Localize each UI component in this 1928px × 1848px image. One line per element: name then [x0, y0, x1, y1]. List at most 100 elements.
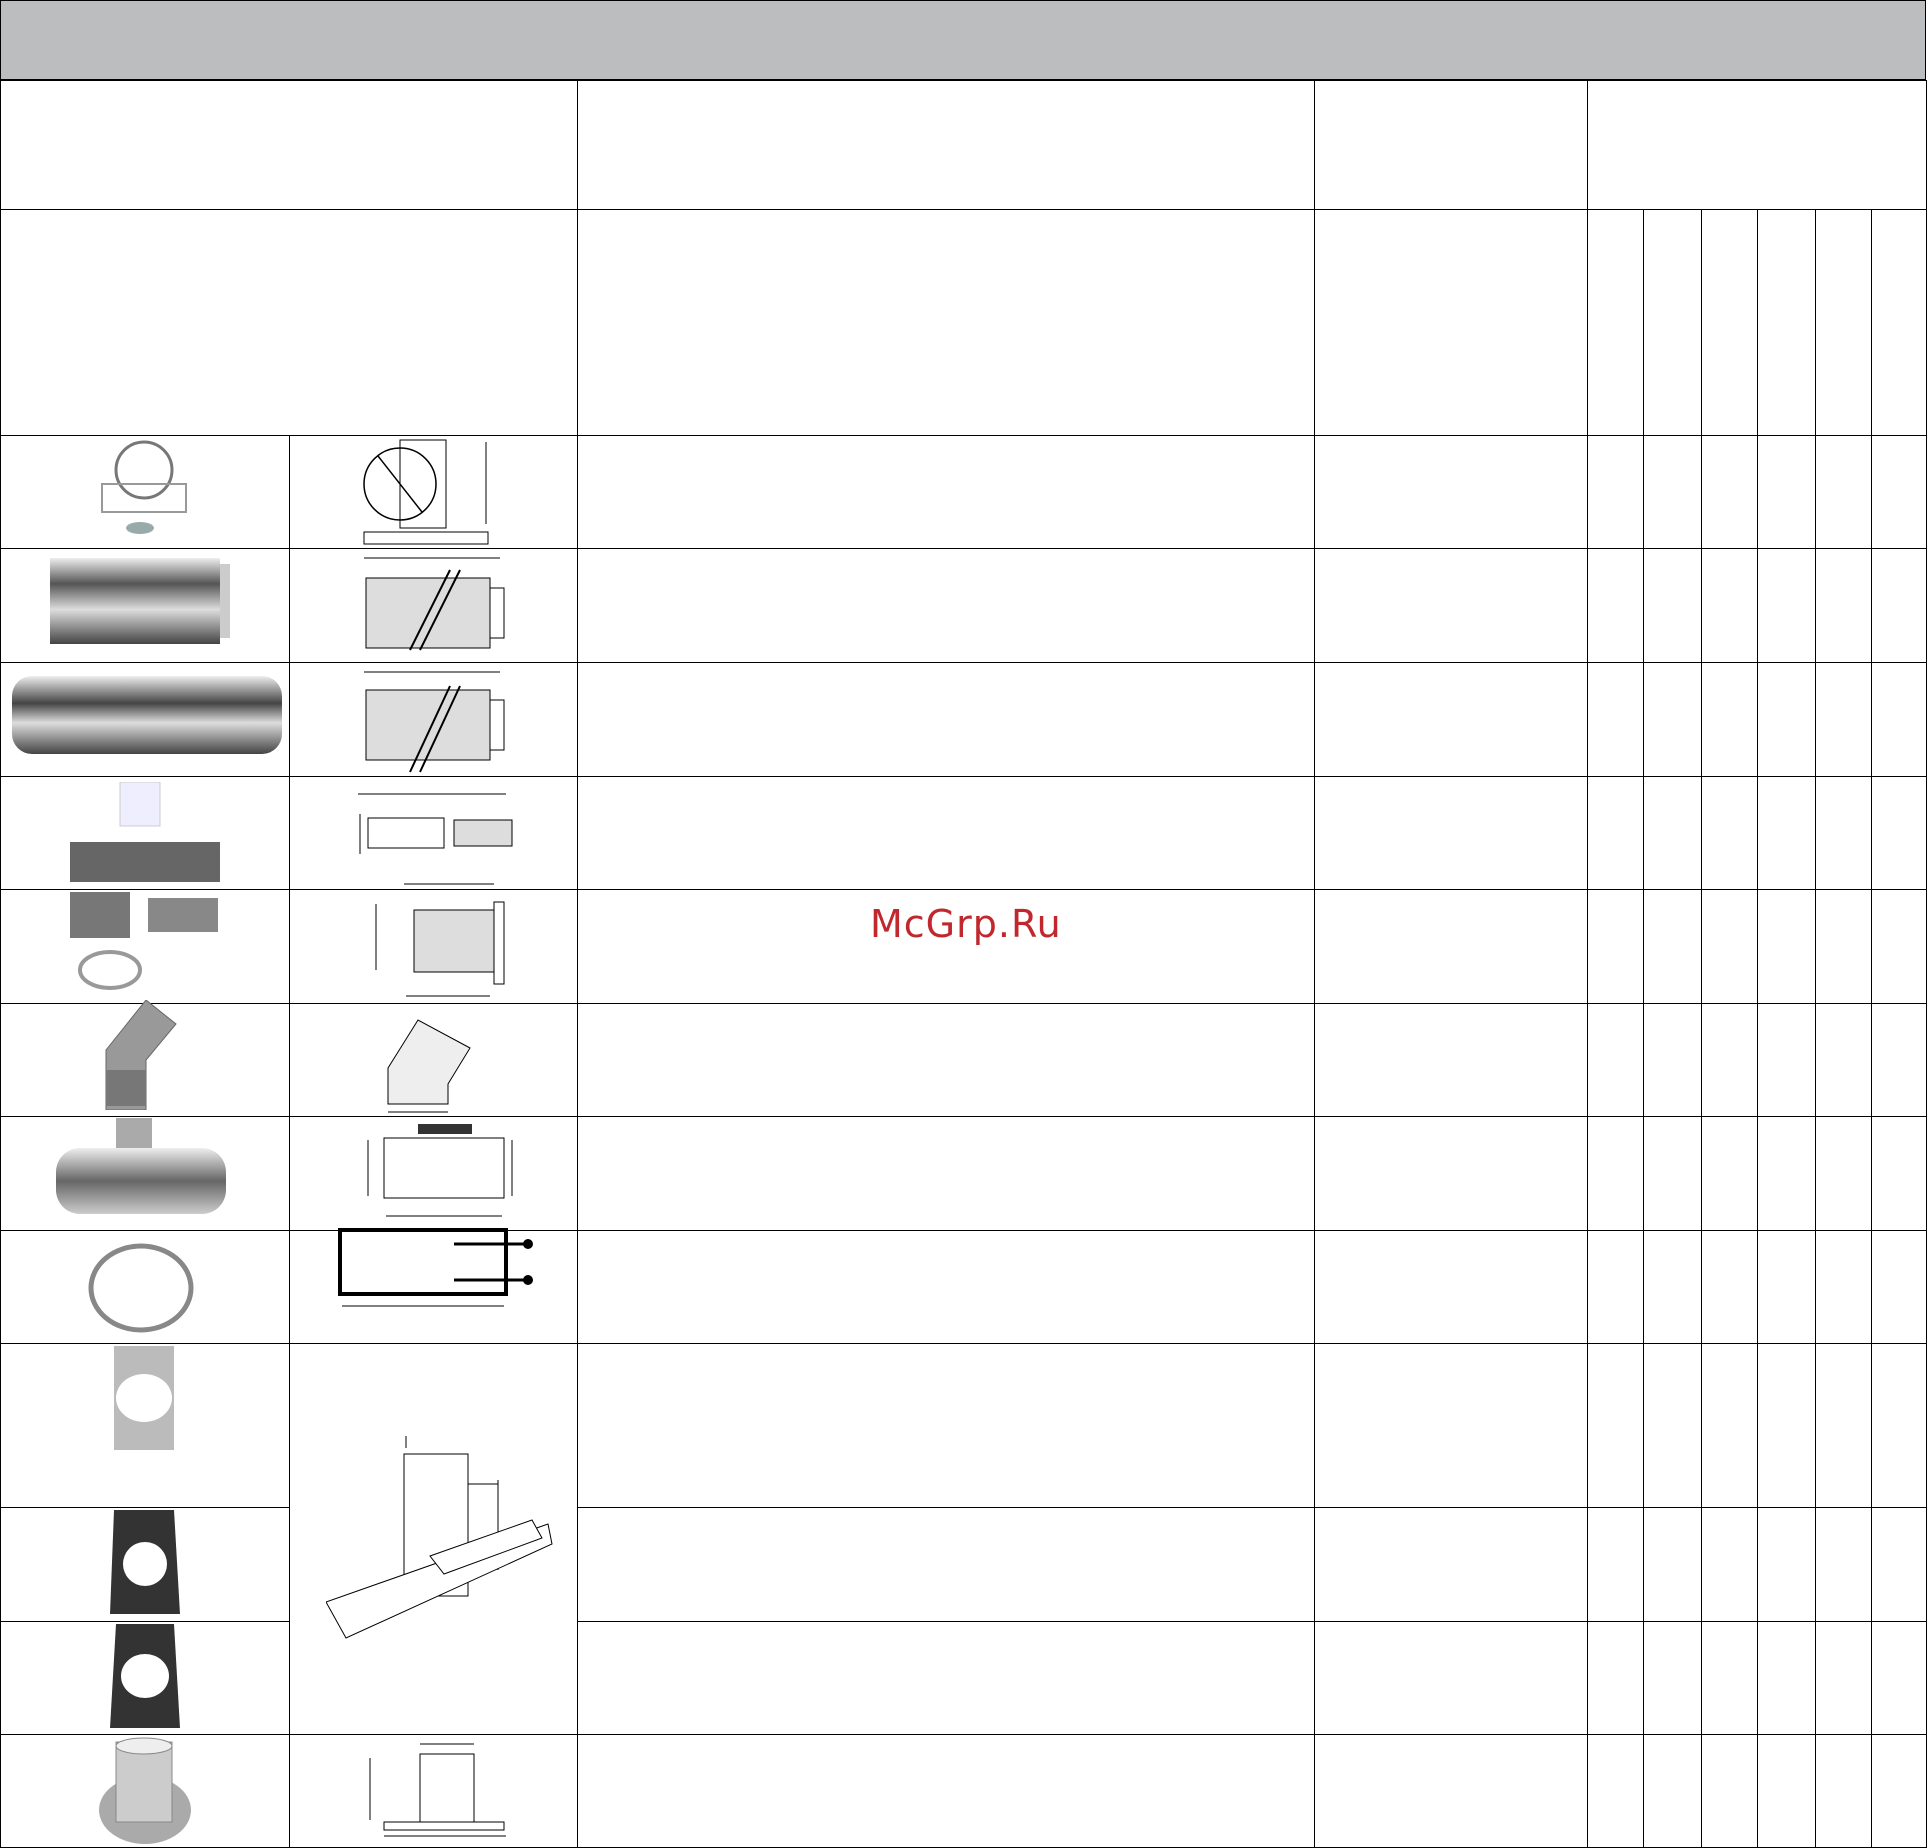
telescopic-pipe-kit-icon: [70, 782, 220, 990]
row-4-size-4: [1757, 776, 1816, 890]
subheader-size-3: [1701, 209, 1758, 436]
row-1-size-1: [1587, 435, 1644, 549]
row-9-size-5: [1815, 1343, 1872, 1508]
row-3-description: [577, 662, 1315, 777]
telescopic-pipe-drawing-icon: [358, 793, 513, 885]
row-drawing-2: [360, 550, 510, 660]
row-3-code: [1314, 662, 1588, 777]
row-8-code: [1314, 1230, 1588, 1344]
row-5-size-2: [1643, 889, 1702, 1004]
row-8-size-4: [1757, 1230, 1816, 1344]
header-band: [0, 0, 1926, 80]
row-9-size-1: [1587, 1343, 1644, 1508]
row-photo-6: [96, 1000, 186, 1110]
row-6-description: [577, 1003, 1315, 1117]
row-10-size-5: [1815, 1507, 1872, 1622]
row-9-size-3: [1701, 1343, 1758, 1508]
row-2-size-2: [1643, 548, 1702, 663]
row-drawing-7: [362, 1120, 522, 1224]
header-col-3: [1314, 80, 1588, 210]
row-11-code: [1314, 1621, 1588, 1735]
row-10-size-3: [1701, 1507, 1758, 1622]
row-photo-1: [96, 440, 196, 540]
row-2-size-3: [1701, 548, 1758, 663]
row-10-size-1: [1587, 1507, 1644, 1622]
roof-flashing-flat-icon: [114, 1346, 174, 1450]
row-3-size-4: [1757, 662, 1816, 777]
row-11-size-2: [1643, 1621, 1702, 1735]
row-5-size-4: [1757, 889, 1816, 1004]
pipe-section-long-icon: [12, 676, 282, 754]
row-10-code: [1314, 1507, 1588, 1622]
row-12-size-2: [1643, 1734, 1702, 1848]
row-11-description: [577, 1621, 1315, 1735]
row-1-code: [1314, 435, 1588, 549]
subheader-size-1: [1587, 209, 1644, 436]
row-4-code: [1314, 776, 1588, 890]
row-2-size-6: [1871, 548, 1927, 663]
row-photo-11: [110, 1624, 180, 1728]
row-drawing-5: [370, 896, 510, 1006]
row-4-size-2: [1643, 776, 1702, 890]
row-9-size-2: [1643, 1343, 1702, 1508]
row-7-size-5: [1815, 1116, 1872, 1231]
row-photo-8: [86, 1238, 196, 1338]
row-9-size-6: [1871, 1343, 1927, 1508]
row-9-size-4: [1757, 1343, 1816, 1508]
row-5-code: [1314, 889, 1588, 1004]
row-8-size-6: [1871, 1230, 1927, 1344]
row-drawing-9: [326, 1434, 560, 1644]
elbow-drawing-icon: [387, 1019, 471, 1113]
row-7-size-1: [1587, 1116, 1644, 1231]
wall-bracket-icon: [101, 440, 187, 534]
row-drawing-3: [360, 666, 510, 776]
row-5-size-6: [1871, 889, 1927, 1004]
row-2-description: [577, 548, 1315, 663]
row-2-size-1: [1587, 548, 1644, 663]
row-6-size-1: [1587, 1003, 1644, 1117]
row-1-size-3: [1701, 435, 1758, 549]
row-12-size-3: [1701, 1734, 1758, 1848]
row-1-size-5: [1815, 435, 1872, 549]
row-photo-10: [110, 1510, 180, 1614]
row-5-size-1: [1587, 889, 1644, 1004]
row-4-size-5: [1815, 776, 1872, 890]
row-drawing-6: [378, 1004, 488, 1114]
row-photo-3: [12, 670, 282, 760]
row-12-size-1: [1587, 1734, 1644, 1848]
row-11-size-4: [1757, 1621, 1816, 1735]
wall-bracket-drawing-icon: [363, 439, 489, 545]
row-11-size-6: [1871, 1621, 1927, 1735]
subheader-size-4: [1757, 209, 1816, 436]
roof-terminal-collar-icon: [99, 1737, 191, 1844]
row-12-description: [577, 1734, 1315, 1848]
row-8-description: [577, 1230, 1315, 1344]
row-3-size-3: [1701, 662, 1758, 777]
terminal-collar-drawing-icon: [369, 1743, 506, 1837]
clamp-drawing-icon: [338, 1228, 533, 1307]
row-10-size-2: [1643, 1507, 1702, 1622]
row-6-size-6: [1871, 1003, 1927, 1117]
subheader-col-2: [577, 209, 1315, 436]
row-5-size-5: [1815, 889, 1872, 1004]
subheader-col-1: [0, 209, 578, 436]
roof-flashing-drawing-icon: [326, 1436, 553, 1639]
row-1-size-4: [1757, 435, 1816, 549]
row-8-size-2: [1643, 1230, 1702, 1344]
row-12-code: [1314, 1734, 1588, 1848]
pipe-section-long-drawing-icon: [364, 671, 505, 773]
row-4-size-1: [1587, 776, 1644, 890]
row-12-size-4: [1757, 1734, 1816, 1848]
row-2-size-5: [1815, 548, 1872, 663]
row-11-size-5: [1815, 1621, 1872, 1735]
row-12-size-6: [1871, 1734, 1927, 1848]
row-drawing-1: [360, 432, 500, 552]
row-photo-7: [56, 1118, 226, 1218]
row-5-size-3: [1701, 889, 1758, 1004]
row-drawing-12: [364, 1740, 514, 1840]
row-drawing-4: [344, 784, 524, 894]
row-photo-4: [70, 782, 220, 992]
row-12-size-5: [1815, 1734, 1872, 1848]
row-10-size-6: [1871, 1507, 1927, 1622]
row-7-size-2: [1643, 1116, 1702, 1231]
